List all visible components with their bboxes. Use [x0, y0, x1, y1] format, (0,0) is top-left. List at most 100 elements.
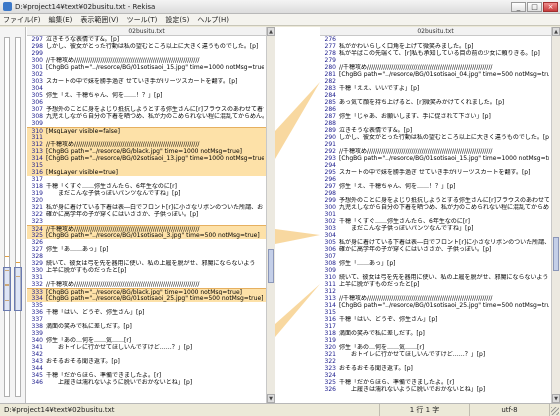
- text-line[interactable]: 334 [ChgBG path="../resorce/BG/01sotisaoi…: [27, 295, 266, 302]
- text-line[interactable]: 310 続いて、彼女は弓を先を器用に使い、私の上履を脱がせ、邪魔にならないよう: [320, 274, 551, 281]
- text-line[interactable]: 301: [320, 211, 551, 218]
- text-line[interactable]: 340 弥生「あの…何を……気……[r]: [27, 337, 266, 344]
- text-line[interactable]: 317: [320, 323, 551, 330]
- line-text[interactable]: 上半に脱がすものだったと[p]: [46, 267, 264, 274]
- line-text[interactable]: 千穂「くすぐ……弥生さんたら、6年生なのに[r]: [339, 218, 549, 225]
- resize-grip[interactable]: [551, 407, 559, 415]
- line-text[interactable]: [ChgBG path="../resorce/BG/01sotisaoi_04…: [339, 71, 549, 78]
- text-line[interactable]: 307 予想外のことに身をよじり抵抗しようとする弥生さんに[r]ブラウスのあわせて…: [27, 106, 266, 113]
- menu-view-range[interactable]: 表示範囲(V): [80, 15, 118, 25]
- text-line[interactable]: 312: [320, 288, 551, 295]
- text-line[interactable]: 323: [27, 218, 266, 225]
- line-text[interactable]: 私がかわいらしく口角を上げて微笑みました。[p]: [339, 43, 549, 50]
- overview-viewport-left[interactable]: [3, 267, 11, 311]
- line-text[interactable]: [ChgBG path="../resorce/BG/01sotisaoi_3.…: [46, 232, 264, 239]
- line-text[interactable]: 上履きは濡れないように脱いでおかないとね」[p]: [46, 379, 264, 386]
- text-line[interactable]: 306: [27, 99, 266, 106]
- text-line[interactable]: 345 千穂「だからほら、準備できましたよ。[r]: [27, 372, 266, 379]
- text-line[interactable]: 326: [27, 239, 266, 246]
- line-text[interactable]: 九児えしながら自分の下着を晒つめ、私が力のこめられない程に混乱てからめん。[p]: [339, 204, 549, 211]
- line-text[interactable]: 上履きは濡れないように脱いでおかないとね」[p]: [339, 386, 549, 393]
- text-line[interactable]: 278 私が半ばこの先端くて、[r]私も承知している目の前の少女に頼りきる。[p]: [320, 50, 551, 57]
- text-line[interactable]: 289 泣きそうな表情です&。[p]: [320, 127, 551, 134]
- text-line[interactable]: 332//千穂攻め///////////////////////////////…: [27, 281, 266, 288]
- left-text-pane[interactable]: 02busitu.txt 297 泣きそうな表情です&。[p] 298 しかし、彼女が…: [27, 27, 266, 403]
- text-line[interactable]: 317: [27, 176, 266, 183]
- line-text[interactable]: おそるおそる聞き返す。[p]: [46, 358, 264, 365]
- text-line[interactable]: 314 [ChgBG path="../resorce/BG/02sotisaoi…: [27, 155, 266, 162]
- text-line[interactable]: 299: [27, 50, 266, 57]
- text-line[interactable]: 314 [ChgBG path="../resorce/BG/01sotisaoi…: [320, 302, 551, 309]
- text-line[interactable]: 306 確かに高学年の子が穿くにはいささか、子供っぽい。[p]: [320, 246, 551, 253]
- text-line[interactable]: 311: [27, 134, 266, 141]
- text-line[interactable]: 312//千穂攻め///////////////////////////////…: [27, 141, 266, 148]
- scroll-up-arrow[interactable]: ▲: [552, 27, 560, 36]
- text-line[interactable]: 313//千穂攻め///////////////////////////////…: [320, 295, 551, 302]
- menu-settings[interactable]: 設定(S): [165, 15, 189, 25]
- text-line[interactable]: 321 私が身に着けている下着は表―白でフロント[r]に小さなリボンのついた所謂、…: [27, 204, 266, 211]
- text-line[interactable]: 310 [MsgLayer visible=false]: [27, 127, 266, 135]
- right-text-pane[interactable]: 02busitu.txt 276 277 私がかわいらしく口角を上げて微笑みました。…: [320, 27, 551, 403]
- line-text[interactable]: 確かに高学年の子が穿くにはいささか、子供っぽい。[p]: [46, 211, 264, 218]
- text-line[interactable]: 287 弥生「じゃあ、お願いします、手に促されて下さい」[p]: [320, 113, 551, 120]
- text-line[interactable]: 315: [27, 162, 266, 169]
- text-line[interactable]: 329 続いて、彼女は弓を先を器用に使い、私の上履を脱がせ、邪魔にならないよう: [27, 260, 266, 267]
- menu-tools[interactable]: ツール(T): [127, 15, 158, 25]
- text-line[interactable]: 322 確かに高学年の子が穿くにはいささか、子供っぽい。[p]: [27, 211, 266, 218]
- line-text[interactable]: 千穂「はい、どうぞ、弥生さん」[p]: [46, 309, 264, 316]
- line-text[interactable]: [ChgBG path="../resorce/BG/black.jpg" ti…: [46, 148, 264, 155]
- scroll-up-arrow[interactable]: ▲: [267, 27, 275, 36]
- text-line[interactable]: 324//千穂攻め///////////////////////////////…: [27, 225, 266, 233]
- maximize-button[interactable]: □: [527, 2, 542, 12]
- text-line[interactable]: 290 しかし、彼女がとった行動は私の望むところ以上に大きく違うものでした。[p]: [320, 134, 551, 141]
- line-text[interactable]: おトイレに行かせてほしいんですけど……？」[p]: [339, 351, 549, 358]
- line-text[interactable]: あっ気て顔を持ち上げると、[r]微笑みかけてくれました。[p]: [339, 99, 549, 106]
- left-scroll-thumb[interactable]: [268, 249, 274, 283]
- line-text[interactable]: 続いて、彼女は弓を先を器用に使い、私の上履を脱がせ、邪魔にならないよう: [46, 260, 264, 267]
- text-line[interactable]: 341 おトイレに行かせてほしいんですけど……？」[p]: [27, 344, 266, 351]
- text-line[interactable]: 324: [320, 372, 551, 379]
- line-text[interactable]: 満面の笑みで私に差しだす。[p]: [46, 323, 264, 330]
- text-line[interactable]: 304: [27, 85, 266, 92]
- line-text[interactable]: 千穂「だからほら、準備できましたよ。[r]: [46, 372, 264, 379]
- right-scroll-thumb[interactable]: [553, 237, 559, 271]
- text-line[interactable]: 282: [320, 78, 551, 85]
- text-line[interactable]: 281 [ChgBG path="../resorce/BG/01sotisaoi…: [320, 71, 551, 78]
- line-text[interactable]: 弥生「……あっ」[p]: [339, 260, 549, 267]
- text-line[interactable]: 308 弥生「……あっ」[p]: [320, 260, 551, 267]
- line-text[interactable]: 弥生「じゃあ、お願いします、手に促されて下さい」[p]: [339, 113, 549, 120]
- line-text[interactable]: //千穂攻め//////////////////////////////////…: [339, 148, 549, 155]
- text-line[interactable]: 304: [320, 232, 551, 239]
- text-line[interactable]: 335: [27, 302, 266, 309]
- line-text[interactable]: 千穂「はい、どうぞ、弥生さん」[p]: [339, 316, 549, 323]
- text-line[interactable]: 346 上履きは濡れないように脱いでおかないとね」[p]: [27, 379, 266, 386]
- text-line[interactable]: 322: [320, 358, 551, 365]
- right-scrollbar[interactable]: ▲ ▼: [551, 27, 560, 403]
- text-line[interactable]: 328: [27, 253, 266, 260]
- overview-viewport-right[interactable]: [14, 267, 22, 311]
- text-line[interactable]: 331: [27, 274, 266, 281]
- line-text[interactable]: 弥生「あの…何を……気……[r]: [46, 337, 264, 344]
- left-scrollbar[interactable]: ▲ ▼: [266, 27, 275, 403]
- line-text[interactable]: 弥生「え、千穂ちゃん、何を……！？」[p]: [46, 92, 264, 99]
- text-line[interactable]: 299 予想外のことに身をよじり抵抗しようとする弥生さんに[r]ブラウスのあわせて…: [320, 197, 551, 204]
- text-line[interactable]: 311 上半に脱がすものだったと[p]: [320, 281, 551, 288]
- line-text[interactable]: 確かに高学年の子が穿くにはいささか、子供っぽい。[p]: [339, 246, 549, 253]
- text-line[interactable]: 286: [320, 106, 551, 113]
- menu-edit[interactable]: 編集(E): [49, 15, 73, 25]
- line-text[interactable]: //千穂攻め//////////////////////////////////…: [46, 281, 264, 288]
- line-text[interactable]: 弥生「あ……あっ」[p]: [46, 246, 264, 253]
- text-line[interactable]: 326 上履きは濡れないように脱いでおかないとね」[p]: [320, 386, 551, 393]
- line-text[interactable]: 私が身に着けている下着は表―白でフロント[r]に小さなリボンのついた所謂、お: [46, 204, 264, 211]
- text-line[interactable]: 315: [320, 309, 551, 316]
- line-text[interactable]: [ChgBG path="../resorce/BG/01sotisaoi_25…: [46, 295, 264, 302]
- text-line[interactable]: 276: [320, 36, 551, 43]
- text-line[interactable]: 302 千穂「くすぐ……弥生さんたら、6年生なのに[r]: [320, 218, 551, 225]
- text-line[interactable]: 300//千穂攻め///////////////////////////////…: [27, 57, 266, 64]
- line-text[interactable]: 千穂「くすぐ……弥生さんたら、6年生なのに[r]: [46, 183, 264, 190]
- text-line[interactable]: 279: [320, 57, 551, 64]
- scroll-down-arrow[interactable]: ▼: [552, 394, 560, 403]
- line-text[interactable]: 続いて、彼女は弓を先を器用に使い、私の上履を脱がせ、邪魔にならないよう: [339, 274, 549, 281]
- text-line[interactable]: 296: [320, 176, 551, 183]
- text-line[interactable]: 339: [27, 330, 266, 337]
